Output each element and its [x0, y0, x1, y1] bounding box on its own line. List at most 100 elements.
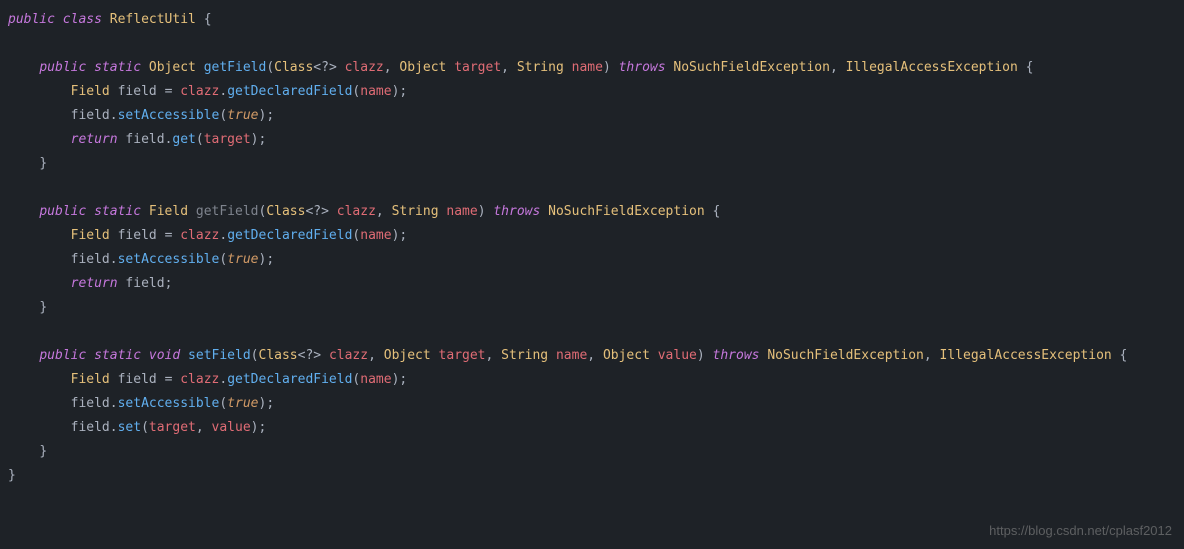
brace: }: [39, 156, 47, 171]
code-line: public static Field getField(Class<?> cl…: [0, 200, 1184, 224]
comma: ,: [924, 348, 932, 363]
arg: name: [360, 84, 391, 99]
semi: ;: [266, 108, 274, 123]
dot: .: [110, 108, 118, 123]
semi: ;: [165, 276, 173, 291]
code-line: }: [0, 464, 1184, 488]
var-ref: clazz: [180, 228, 219, 243]
var-ref: field: [71, 420, 110, 435]
param-name: name: [556, 348, 587, 363]
param-name: clazz: [345, 60, 384, 75]
dot: .: [110, 252, 118, 267]
brace: }: [8, 468, 16, 483]
brace: {: [204, 12, 212, 27]
comma: ,: [196, 420, 204, 435]
var-type: Field: [71, 372, 110, 387]
dot: .: [110, 420, 118, 435]
method-call: setAccessible: [118, 252, 220, 267]
comma: ,: [384, 60, 392, 75]
brace: {: [1026, 60, 1034, 75]
method-name: setField: [188, 348, 251, 363]
semi: ;: [399, 372, 407, 387]
keyword-true: true: [227, 108, 258, 123]
param-name: clazz: [337, 204, 376, 219]
code-line: [0, 32, 1184, 56]
keyword-static: static: [94, 60, 141, 75]
comma: ,: [501, 60, 509, 75]
comma: ,: [368, 348, 376, 363]
exception-type: IllegalAccessException: [846, 60, 1018, 75]
exception-type: NoSuchFieldException: [673, 60, 830, 75]
brace: }: [39, 444, 47, 459]
watermark: https://blog.csdn.net/cplasf2012: [989, 519, 1172, 543]
code-line: return field.get(target);: [0, 128, 1184, 152]
keyword-public: public: [39, 204, 86, 219]
arg: name: [360, 372, 391, 387]
semi: ;: [399, 84, 407, 99]
code-line: public static Object getField(Class<?> c…: [0, 56, 1184, 80]
paren: ): [251, 132, 259, 147]
code-line: Field field = clazz.getDeclaredField(nam…: [0, 368, 1184, 392]
return-type: Object: [149, 60, 196, 75]
param-name: value: [658, 348, 697, 363]
keyword-throws: throws: [619, 60, 666, 75]
keyword-public: public: [39, 348, 86, 363]
semi: ;: [259, 132, 267, 147]
comma: ,: [587, 348, 595, 363]
arg: name: [360, 228, 391, 243]
method-call: setAccessible: [118, 108, 220, 123]
arg: target: [149, 420, 196, 435]
comma: ,: [376, 204, 384, 219]
method-call: getDeclaredField: [227, 228, 352, 243]
code-line: field.setAccessible(true);: [0, 104, 1184, 128]
keyword-public: public: [8, 12, 55, 27]
exception-type: NoSuchFieldException: [548, 204, 705, 219]
generic: <?>: [313, 60, 336, 75]
param-name: target: [454, 60, 501, 75]
param-type: Object: [603, 348, 650, 363]
method-call: setAccessible: [118, 396, 220, 411]
var-type: Field: [71, 84, 110, 99]
dot: .: [110, 396, 118, 411]
code-line: field.setAccessible(true);: [0, 248, 1184, 272]
paren: (: [219, 396, 227, 411]
code-line: [0, 320, 1184, 344]
param-type: Class: [266, 204, 305, 219]
code-line: public class ReflectUtil {: [0, 8, 1184, 32]
return-type: void: [149, 348, 180, 363]
var-ref: clazz: [180, 372, 219, 387]
param-name: name: [572, 60, 603, 75]
keyword-throws: throws: [713, 348, 760, 363]
code-line: public static void setField(Class<?> cla…: [0, 344, 1184, 368]
keyword-static: static: [94, 348, 141, 363]
method-call: get: [172, 132, 195, 147]
brace: {: [1120, 348, 1128, 363]
method-call: set: [118, 420, 141, 435]
var-name: field: [118, 228, 157, 243]
comma: ,: [486, 348, 494, 363]
paren: ): [603, 60, 611, 75]
generic: <?>: [305, 204, 328, 219]
code-line: field.setAccessible(true);: [0, 392, 1184, 416]
var-ref: field: [125, 276, 164, 291]
var-ref: field: [71, 252, 110, 267]
keyword-true: true: [227, 396, 258, 411]
arg: value: [212, 420, 251, 435]
dot: .: [219, 84, 227, 99]
generic: <?>: [298, 348, 321, 363]
param-type: String: [392, 204, 439, 219]
var-name: field: [118, 84, 157, 99]
code-line: return field;: [0, 272, 1184, 296]
param-type: Class: [259, 348, 298, 363]
code-line: Field field = clazz.getDeclaredField(nam…: [0, 224, 1184, 248]
paren: ): [251, 420, 259, 435]
param-type: Object: [399, 60, 446, 75]
semi: ;: [259, 420, 267, 435]
code-editor[interactable]: public class ReflectUtil { public static…: [0, 8, 1184, 488]
paren: ): [478, 204, 486, 219]
param-name: target: [439, 348, 486, 363]
eq: =: [165, 84, 173, 99]
paren: (: [266, 60, 274, 75]
eq: =: [165, 372, 173, 387]
code-line: }: [0, 440, 1184, 464]
